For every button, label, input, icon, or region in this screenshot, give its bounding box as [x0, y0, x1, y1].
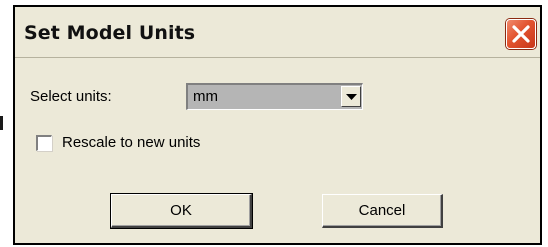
close-button[interactable] — [506, 19, 536, 49]
select-units-label: Select units: — [30, 88, 112, 105]
dialog-body: Select units: mm Rescale to new units OK… — [15, 58, 540, 244]
units-dropdown-button[interactable] — [341, 86, 361, 107]
title-bar[interactable]: Set Model Units — [15, 7, 540, 58]
dialog-title: Set Model Units — [24, 22, 196, 44]
background-mark — [0, 116, 3, 130]
set-model-units-dialog: Set Model Units Select units: mm Rescale… — [13, 5, 542, 245]
chevron-down-icon — [346, 94, 357, 100]
cancel-button[interactable]: Cancel — [322, 194, 443, 228]
rescale-label[interactable]: Rescale to new units — [62, 134, 200, 151]
units-select[interactable]: mm — [186, 83, 363, 110]
close-icon — [512, 25, 530, 43]
ok-button[interactable]: OK — [110, 193, 253, 229]
rescale-checkbox[interactable] — [36, 135, 52, 151]
screen: Set Model Units Select units: mm Rescale… — [0, 0, 548, 247]
units-select-value: mm — [193, 88, 218, 105]
